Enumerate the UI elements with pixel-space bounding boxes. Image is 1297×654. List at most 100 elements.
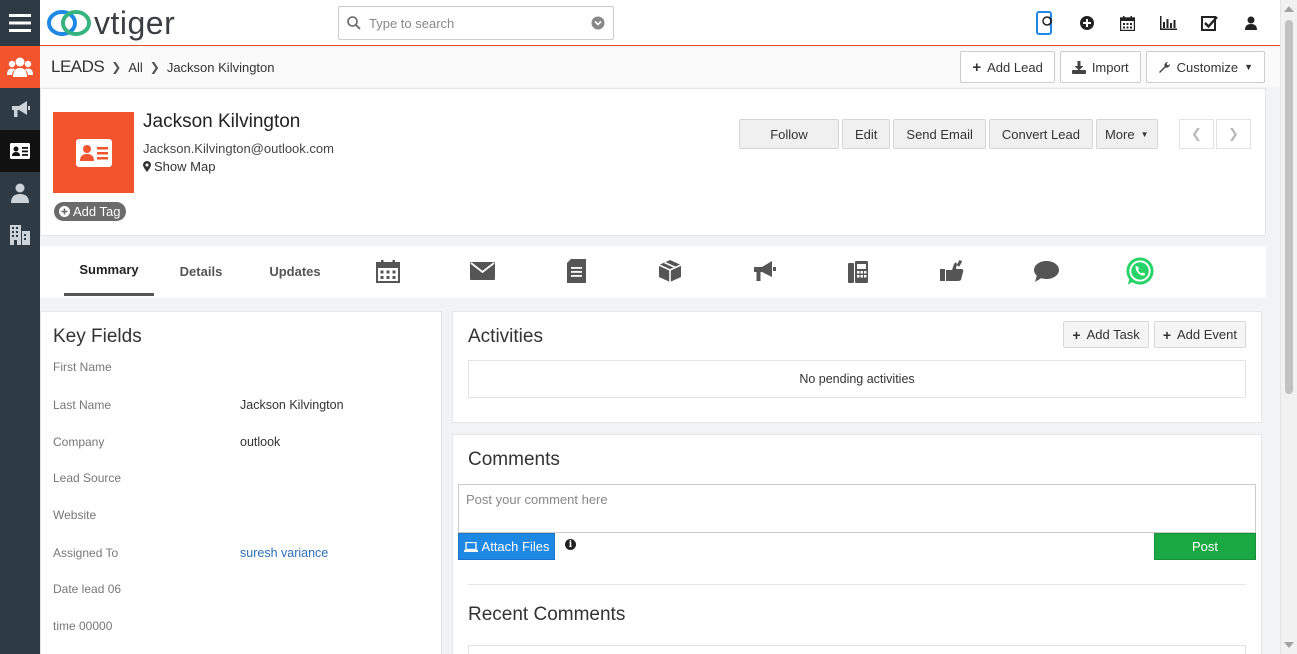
scroll-up-icon[interactable] (1284, 6, 1294, 12)
tab-hand-icon[interactable] (937, 256, 967, 286)
field-row: Assigned To suresh variance (53, 543, 433, 563)
vtiger-logo[interactable]: vtiger (46, 4, 175, 42)
nav-organizations-building-icon[interactable] (0, 214, 40, 256)
comments-divider (468, 584, 1246, 585)
phone-signal-icon[interactable] (1025, 0, 1066, 46)
user-icon[interactable] (1230, 0, 1271, 46)
tab-updates-label: Updates (269, 263, 321, 279)
chevron-right-icon: ❯ (111, 60, 122, 74)
add-tag-button[interactable]: Add Tag (54, 202, 127, 221)
show-map-link[interactable]: Show Map (143, 159, 215, 174)
bar-chart-icon[interactable] (1148, 0, 1189, 46)
post-button[interactable]: Post (1154, 533, 1256, 560)
page-scrollbar[interactable] (1280, 0, 1297, 654)
send-email-button[interactable]: Send Email (893, 119, 986, 149)
tab-campaign-icon[interactable] (749, 256, 779, 286)
field-value[interactable]: Jackson Kilvington (240, 398, 344, 412)
add-tag-label: Add Tag (73, 204, 121, 219)
field-label: Lead Source (53, 471, 122, 485)
follow-button[interactable]: Follow (739, 119, 839, 149)
info-icon[interactable]: i (565, 539, 576, 550)
comments-panel: Comments Attach Files i Post Recent Comm… (452, 434, 1262, 654)
tab-calendar-icon[interactable] (373, 256, 403, 286)
convert-lead-label: Convert Lead (1001, 126, 1080, 142)
recent-comments-title: Recent Comments (468, 604, 626, 625)
field-row: Last Name Jackson Kilvington (53, 395, 433, 415)
download-icon (1071, 60, 1086, 74)
chevron-right-icon: ❯ (149, 60, 160, 74)
tab-email-icon[interactable] (467, 256, 497, 286)
breadcrumb-record: Jackson Kilvington (166, 59, 275, 75)
activities-title: Activities (468, 326, 543, 347)
field-label: time 00000 (53, 619, 113, 633)
global-search[interactable] (338, 6, 614, 40)
key-fields-panel: Key Fields First Name Last Name Jackson … (40, 311, 442, 654)
no-activities-message: No pending activities (468, 360, 1246, 398)
left-nav (0, 46, 40, 654)
import-button[interactable]: Import (1059, 51, 1141, 83)
chevron-down-circle-icon[interactable] (591, 16, 605, 30)
attach-files-label: Attach Files (481, 539, 550, 554)
nav-campaigns-icon[interactable] (0, 88, 40, 130)
field-label: Date lead 06 (53, 582, 122, 596)
edit-button[interactable]: Edit (842, 119, 891, 149)
field-label: Company (53, 435, 105, 449)
field-label: Assigned To (53, 546, 119, 560)
breadcrumb-list[interactable]: All (128, 60, 142, 75)
edit-label: Edit (855, 126, 878, 142)
previous-record-button[interactable]: ❮ (1179, 119, 1214, 149)
nav-contacts-person-icon[interactable] (0, 172, 40, 214)
plus-circle-icon[interactable] (1066, 0, 1107, 46)
checkbox-icon[interactable] (1189, 0, 1230, 46)
tab-updates[interactable]: Updates (260, 246, 330, 296)
record-name: Jackson Kilvington (143, 111, 301, 132)
field-row: First Name (53, 357, 433, 377)
tab-phone-icon[interactable] (843, 256, 873, 286)
lead-avatar (53, 112, 134, 193)
logo-text: vtiger (94, 4, 176, 41)
chevron-left-icon: ❮ (1191, 126, 1202, 141)
add-task-button[interactable]: + Add Task (1063, 321, 1149, 348)
field-value[interactable]: outlook (240, 435, 280, 449)
show-map-label: Show Map (154, 159, 216, 174)
field-label: Last Name (53, 398, 112, 412)
nav-leads-icon[interactable] (0, 46, 40, 88)
next-record-button[interactable]: ❯ (1216, 119, 1251, 149)
customize-button[interactable]: Customize ▼ (1145, 51, 1265, 83)
tab-details-label: Details (179, 263, 223, 279)
plus-icon: + (1162, 326, 1171, 343)
assigned-to-link[interactable]: suresh variance (240, 546, 328, 560)
nav-contact-card-icon[interactable] (0, 130, 40, 172)
tab-details[interactable]: Details (170, 246, 232, 296)
attach-files-button[interactable]: Attach Files (458, 533, 555, 560)
breadcrumb-module[interactable]: LEADS (51, 57, 105, 77)
search-input[interactable] (369, 15, 591, 31)
record-tabs: Summary Details Updates (40, 246, 1266, 298)
add-lead-button[interactable]: + Add Lead (960, 51, 1055, 83)
tab-document-icon[interactable] (561, 256, 591, 286)
chevron-right-icon: ❯ (1228, 126, 1239, 141)
field-row: Website (53, 505, 433, 525)
comment-input[interactable] (458, 484, 1256, 533)
scroll-down-icon[interactable] (1284, 642, 1294, 648)
tab-whatsapp-icon[interactable] (1125, 256, 1155, 286)
add-lead-label: Add Lead (987, 59, 1043, 75)
tab-summary[interactable]: Summary (64, 246, 154, 296)
contact-card-icon (75, 138, 112, 167)
record-email[interactable]: Jackson.Kilvington@outlook.com (143, 141, 334, 156)
search-icon (347, 16, 361, 30)
scroll-thumb[interactable] (1285, 20, 1293, 394)
more-button[interactable]: More ▼ (1095, 119, 1158, 149)
calendar-icon[interactable] (1107, 0, 1148, 46)
plus-icon: + (1072, 326, 1081, 343)
add-event-button[interactable]: + Add Event (1153, 321, 1246, 348)
field-row: Date lead 06 (53, 579, 433, 599)
tab-chat-icon[interactable] (1031, 256, 1061, 286)
hamburger-menu-icon[interactable] (0, 0, 40, 46)
convert-lead-button[interactable]: Convert Lead (988, 119, 1093, 149)
top-bar: vtiger (0, 0, 1297, 46)
tab-box-icon[interactable] (655, 256, 685, 286)
add-event-label: Add Event (1177, 327, 1237, 342)
comments-title: Comments (468, 449, 560, 470)
key-fields-title: Key Fields (53, 326, 142, 347)
